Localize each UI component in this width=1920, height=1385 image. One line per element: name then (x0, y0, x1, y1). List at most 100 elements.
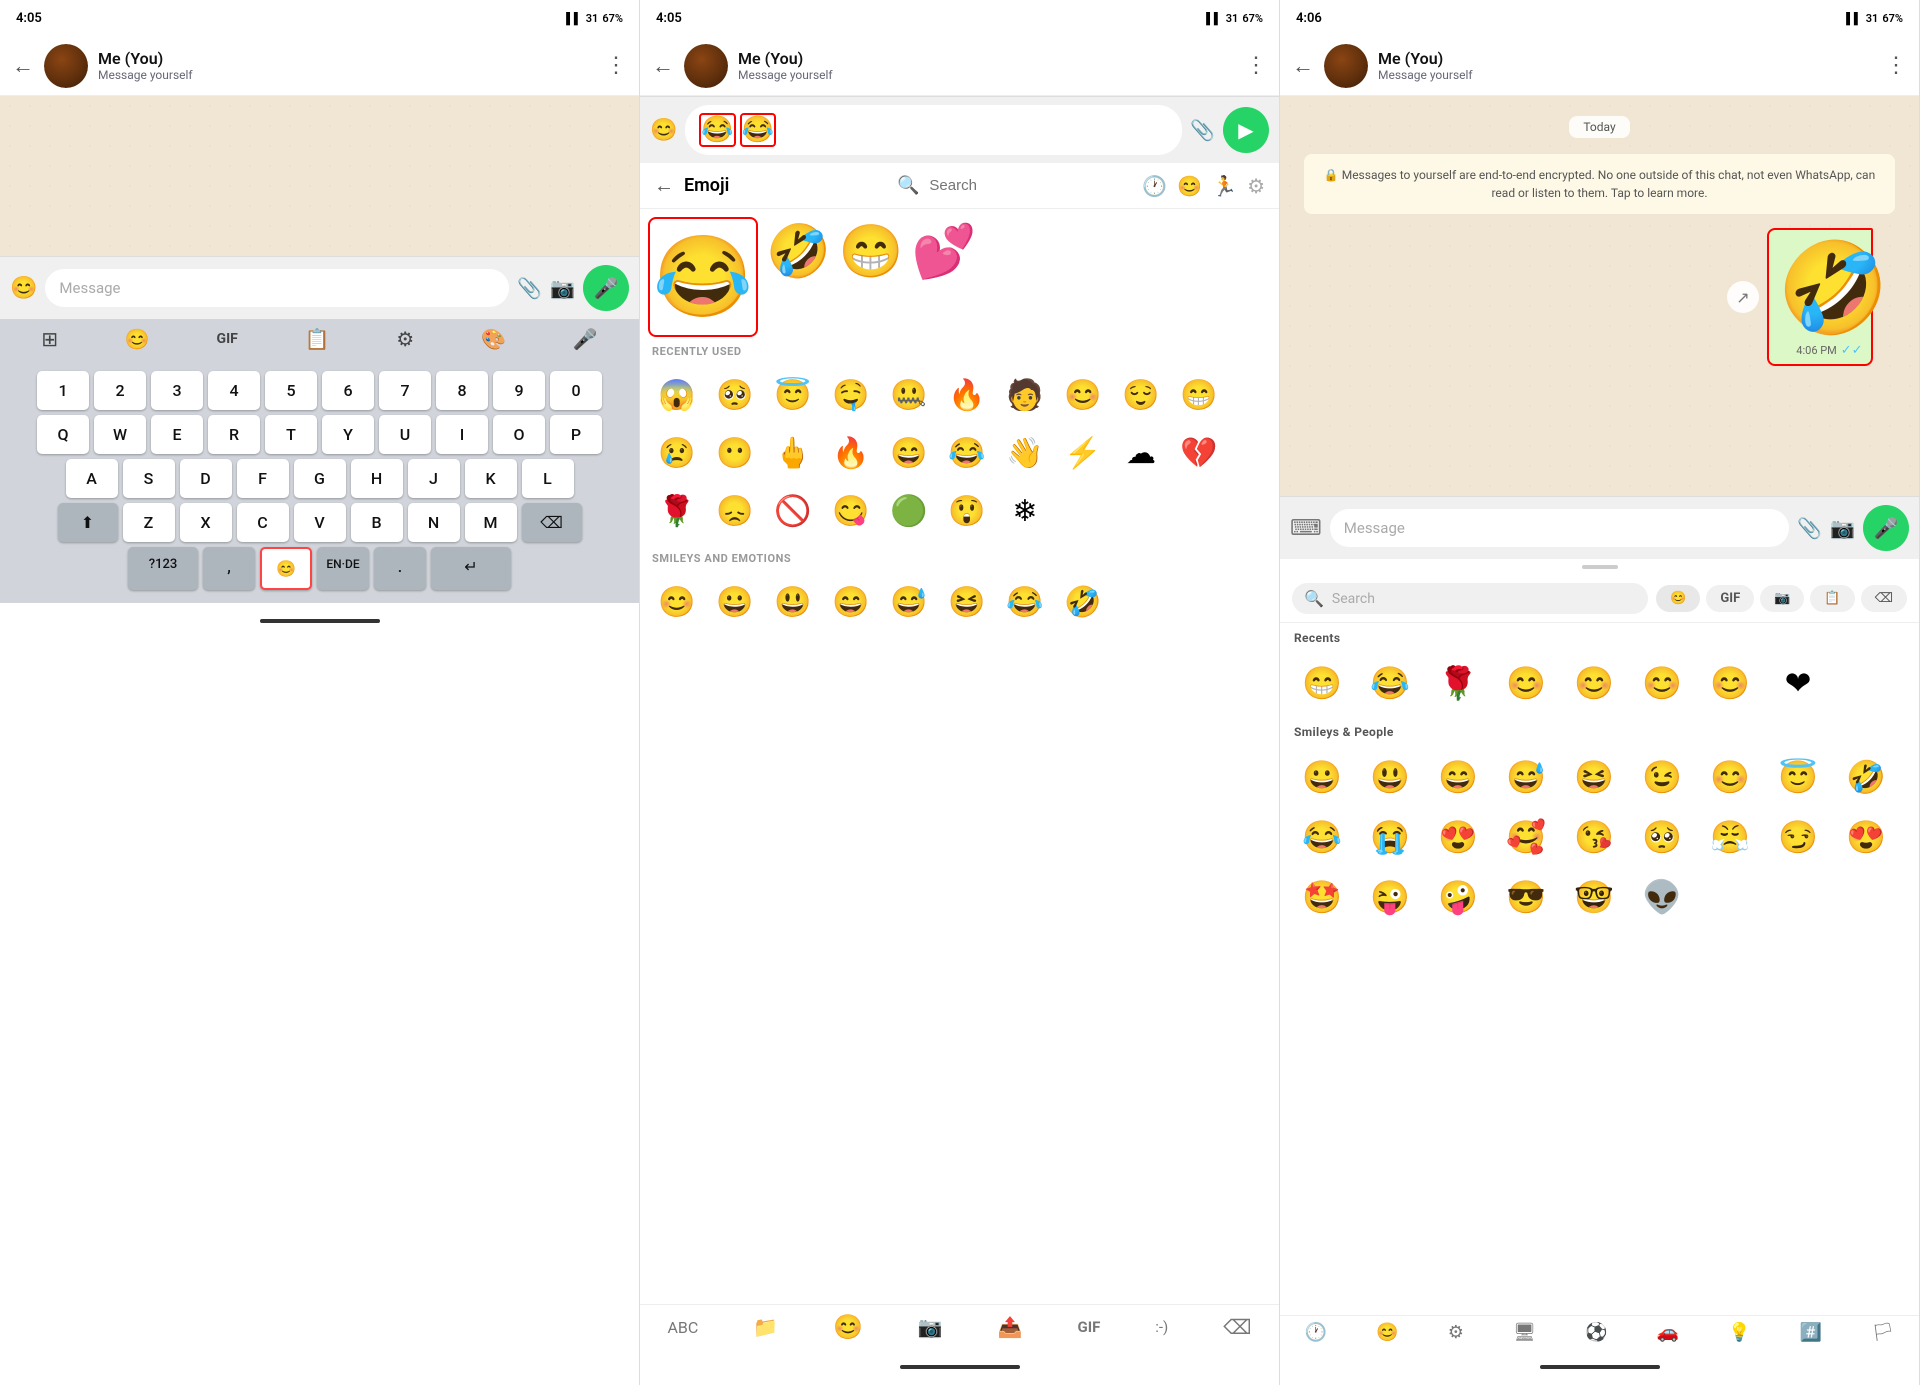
camera-btn-3[interactable]: 📷 (1830, 516, 1855, 540)
smiley-8[interactable]: 🤣 (1054, 573, 1112, 631)
key-1[interactable]: 1 (37, 371, 89, 410)
p3-smiley-10[interactable]: 😂 (1288, 807, 1356, 867)
key-p[interactable]: P (550, 415, 602, 454)
kb-mic-icon[interactable]: 🎤 (565, 323, 606, 355)
recent-emoji-18[interactable]: ⚡ (1054, 424, 1112, 482)
key-emoji-highlighted[interactable]: 😊 (260, 547, 312, 590)
p3-bottom-hash[interactable]: #️⃣ (1800, 1322, 1822, 1343)
p3-smiley-6[interactable]: 😉 (1628, 747, 1696, 807)
p3-bottom-flag[interactable]: 🏳 (1871, 1322, 1894, 1343)
smiley-4[interactable]: 😄 (822, 573, 880, 631)
back-button-1[interactable]: ← (12, 53, 34, 79)
mic-button-3[interactable]: 🎤 (1863, 505, 1909, 551)
p3-recent-1[interactable]: 😁 (1288, 653, 1356, 713)
p3-smiley-14[interactable]: 😘 (1560, 807, 1628, 867)
p3-recent-5[interactable]: 😊 (1560, 653, 1628, 713)
recent-emoji-8[interactable]: 😊 (1054, 366, 1112, 424)
key-shift[interactable]: ⬆ (58, 503, 118, 542)
recent-emoji-11[interactable]: 😢 (648, 424, 706, 482)
encrypted-notice[interactable]: 🔒 Messages to yourself are end-to-end en… (1304, 154, 1895, 214)
p3-smiley-12[interactable]: 😍 (1424, 807, 1492, 867)
key-e[interactable]: E (151, 415, 203, 454)
p3-bottom-bulb[interactable]: 💡 (1728, 1322, 1750, 1343)
key-o[interactable]: O (493, 415, 545, 454)
p3-recent-4[interactable]: 😊 (1492, 653, 1560, 713)
key-5[interactable]: 5 (265, 371, 317, 410)
recent-emoji-4[interactable]: 🤤 (822, 366, 880, 424)
emoji-button-1[interactable]: 😊 (10, 276, 37, 301)
key-sym[interactable]: ?123 (128, 547, 198, 590)
p3-smiley-9[interactable]: 🤣 (1832, 747, 1900, 807)
key-0[interactable]: 0 (550, 371, 602, 410)
kb-grid-icon[interactable]: ⊞ (33, 323, 66, 355)
message-input-1[interactable]: Message (45, 269, 509, 307)
key-d[interactable]: D (180, 459, 232, 498)
p3-smiley-24[interactable]: 👽 (1628, 867, 1696, 927)
p3-smiley-16[interactable]: 😤 (1696, 807, 1764, 867)
key-x[interactable]: X (180, 503, 232, 542)
p3-smiley-7[interactable]: 😊 (1696, 747, 1764, 807)
key-z[interactable]: Z (123, 503, 175, 542)
p3-recent-3[interactable]: 🌹 (1424, 653, 1492, 713)
smiley-1[interactable]: 😊 (648, 573, 706, 631)
key-j[interactable]: J (408, 459, 460, 498)
bottom-tab-abc[interactable]: ABC (667, 1318, 698, 1337)
p3-recent-2[interactable]: 😂 (1356, 653, 1424, 713)
p3-cat-gif[interactable]: GIF (1706, 585, 1754, 612)
kb-theme-icon[interactable]: 🎨 (473, 323, 514, 355)
back-button-2[interactable]: ← (652, 53, 674, 79)
p3-smiley-20[interactable]: 😜 (1356, 867, 1424, 927)
p3-bottom-clock[interactable]: 🕐 (1305, 1322, 1327, 1343)
recent-emoji-16[interactable]: 😂 (938, 424, 996, 482)
p3-cat-emoji[interactable]: 😊 (1656, 585, 1700, 612)
recent-emoji-24[interactable]: 😋 (822, 482, 880, 540)
recent-emoji-12[interactable]: 😶 (706, 424, 764, 482)
p3-bottom-ball[interactable]: ⚽ (1585, 1322, 1607, 1343)
recent-emoji-17[interactable]: 👋 (996, 424, 1054, 482)
key-l[interactable]: L (522, 459, 574, 498)
key-lang[interactable]: EN·DE (317, 547, 369, 590)
smiley-2[interactable]: 😀 (706, 573, 764, 631)
kb-sticker-icon[interactable]: 😊 (117, 323, 158, 355)
p3-bottom-face[interactable]: 😊 (1376, 1322, 1398, 1343)
key-b[interactable]: B (351, 503, 403, 542)
key-i[interactable]: I (436, 415, 488, 454)
menu-button-3[interactable]: ⋮ (1885, 53, 1907, 78)
p3-smiley-4[interactable]: 😅 (1492, 747, 1560, 807)
recent-emoji-21[interactable]: 🌹 (648, 482, 706, 540)
attach-button-1[interactable]: 📎 (517, 276, 542, 300)
bottom-tab-emoji[interactable]: 😊 (833, 1313, 863, 1341)
p3-bottom-gear[interactable]: ⚙ (1448, 1322, 1464, 1343)
key-t[interactable]: T (265, 415, 317, 454)
bottom-tab-gif[interactable]: GIF (1078, 1318, 1101, 1336)
key-q[interactable]: Q (37, 415, 89, 454)
smiley-7[interactable]: 😂 (996, 573, 1054, 631)
recent-emoji-25[interactable]: 🟢 (880, 482, 938, 540)
bottom-tab-text-emoji[interactable]: :-) (1155, 1318, 1168, 1336)
p3-smiley-19[interactable]: 🤩 (1288, 867, 1356, 927)
smiley-5[interactable]: 😅 (880, 573, 938, 631)
p3-recent-7[interactable]: 😊 (1696, 653, 1764, 713)
key-s[interactable]: S (123, 459, 175, 498)
key-backspace[interactable]: ⌫ (522, 503, 582, 542)
p3-smiley-11[interactable]: 😭 (1356, 807, 1424, 867)
p3-smiley-1[interactable]: 😀 (1288, 747, 1356, 807)
key-enter[interactable]: ↵ (431, 547, 511, 590)
p3-smiley-23[interactable]: 🤓 (1560, 867, 1628, 927)
key-c[interactable]: C (237, 503, 289, 542)
recent-emoji-23[interactable]: 🚫 (764, 482, 822, 540)
smiley-tab[interactable]: 😊 (1177, 174, 1202, 198)
recent-emoji-1[interactable]: 😱 (648, 366, 706, 424)
bottom-tab-sticker[interactable]: 📷 (918, 1315, 943, 1339)
recent-emoji-26[interactable]: 😲 (938, 482, 996, 540)
p3-smiley-15[interactable]: 🥺 (1628, 807, 1696, 867)
p3-smiley-2[interactable]: 😃 (1356, 747, 1424, 807)
key-w[interactable]: W (94, 415, 146, 454)
send-button-2[interactable]: ▶ (1223, 107, 1269, 153)
recent-emoji-27[interactable]: ❄ (996, 482, 1054, 540)
key-y[interactable]: Y (322, 415, 374, 454)
menu-button-1[interactable]: ⋮ (605, 53, 627, 78)
key-v[interactable]: V (294, 503, 346, 542)
p3-cat-backspace[interactable]: ⌫ (1861, 585, 1907, 612)
bottom-tab-backspace[interactable]: ⌫ (1223, 1315, 1251, 1339)
